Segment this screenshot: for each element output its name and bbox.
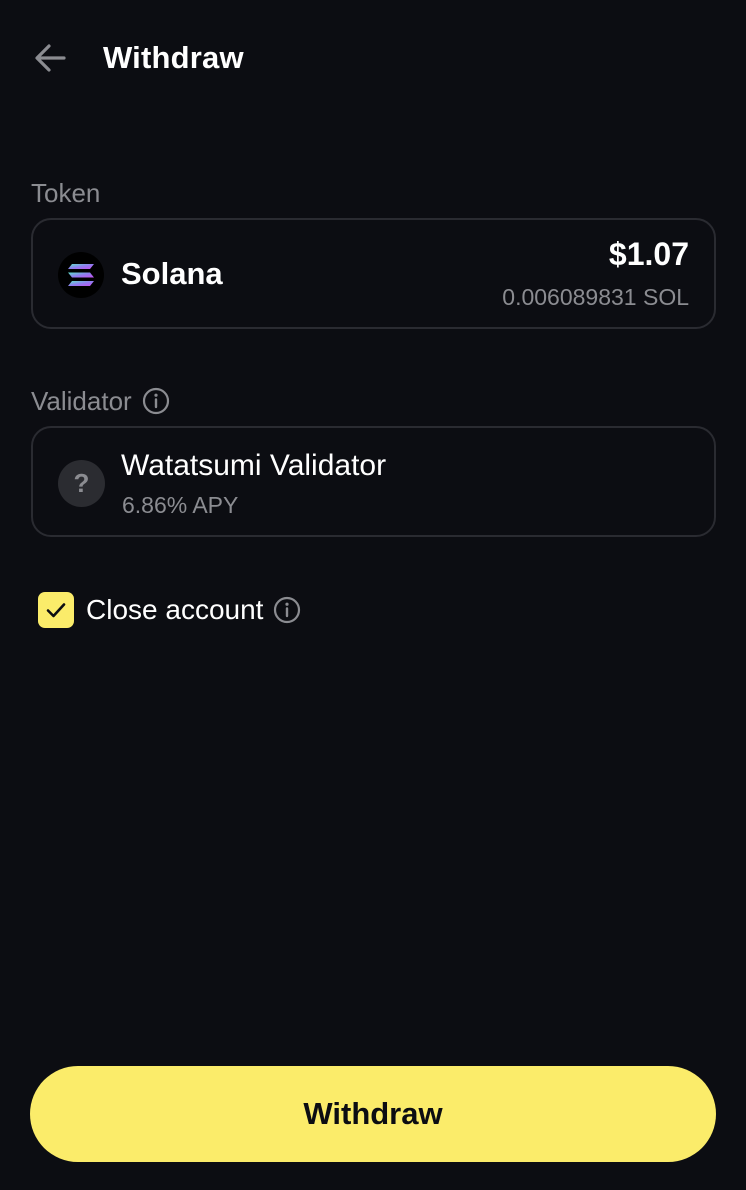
info-icon[interactable] [142, 387, 170, 415]
token-selector[interactable]: Solana $1.07 0.006089831 SOL [31, 218, 716, 329]
checkmark-icon [46, 603, 66, 618]
validator-section-label: Validator [31, 385, 170, 417]
validator-apy: 6.86% APY [122, 492, 239, 518]
close-account-label[interactable]: Close account [86, 592, 263, 628]
token-name: Solana [121, 256, 223, 291]
solana-logo-icon [58, 252, 104, 298]
token-section-label: Token [31, 177, 100, 209]
validator-selector[interactable]: ? Watatsumi Validator 6.86% APY [31, 426, 716, 537]
token-usd-value: $1.07 [608, 236, 689, 272]
unknown-validator-icon: ? [58, 460, 105, 507]
token-label: Token [31, 178, 101, 208]
page-title: Withdraw [103, 40, 244, 75]
withdraw-button[interactable]: Withdraw [30, 1066, 716, 1162]
header: Withdraw [0, 0, 746, 115]
token-amount: 0.006089831 SOL [502, 284, 689, 310]
back-button[interactable] [30, 38, 70, 78]
arrow-left-icon [35, 44, 66, 72]
validator-label: Validator [31, 386, 132, 416]
close-account-checkbox[interactable] [38, 592, 74, 628]
question-mark-glyph: ? [73, 468, 90, 498]
close-account-row: Close account [38, 590, 301, 630]
withdraw-screen: Withdraw Token Solana $1.07 0.006089831 … [0, 0, 746, 1190]
validator-name: Watatsumi Validator [121, 449, 387, 482]
info-icon[interactable] [273, 596, 301, 624]
